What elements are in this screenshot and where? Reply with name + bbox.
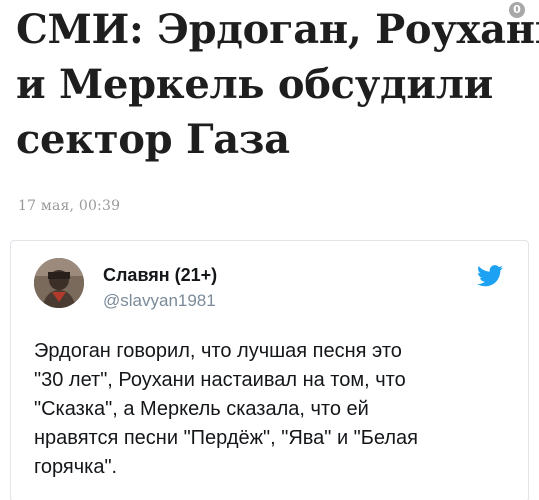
tweet-text-line: "Сказка", а Меркель сказала, что ей (34, 398, 369, 420)
avatar-image (34, 258, 84, 308)
tweet-text-line: горячка". (34, 456, 118, 478)
headline-line-3: сектор Газа (16, 116, 290, 163)
headline-line-1: СМИ: Эрдоган, Роухани (16, 6, 539, 53)
tweet-text-line: Эрдоган говорил, что лучшая песня это (34, 340, 402, 362)
author-avatar[interactable] (34, 258, 84, 308)
tweet-text-line: "30 лет", Роухани настаивал на том, что (34, 369, 406, 391)
article-timestamp: 17 мая, 00:39 (18, 198, 121, 214)
tweet-author-handle[interactable]: @slavyan1981 (103, 291, 216, 311)
twitter-bird-icon[interactable] (477, 265, 503, 287)
tweet-text-line: нравятся песни "Пердёж", "Ява" и "Белая (34, 427, 418, 449)
embedded-tweet[interactable]: Славян (21+) @slavyan1981 Эрдоган говори… (10, 240, 529, 500)
article-headline: СМИ: Эрдоган, Роухани и Меркель обсудили… (16, 2, 539, 167)
tweet-body: Эрдоган говорил, что лучшая песня это "3… (34, 337, 514, 482)
headline-line-2: и Меркель обсудили (16, 61, 494, 108)
info-badge-icon: 0 (509, 2, 525, 18)
tweet-author-name[interactable]: Славян (21+) (103, 265, 217, 286)
